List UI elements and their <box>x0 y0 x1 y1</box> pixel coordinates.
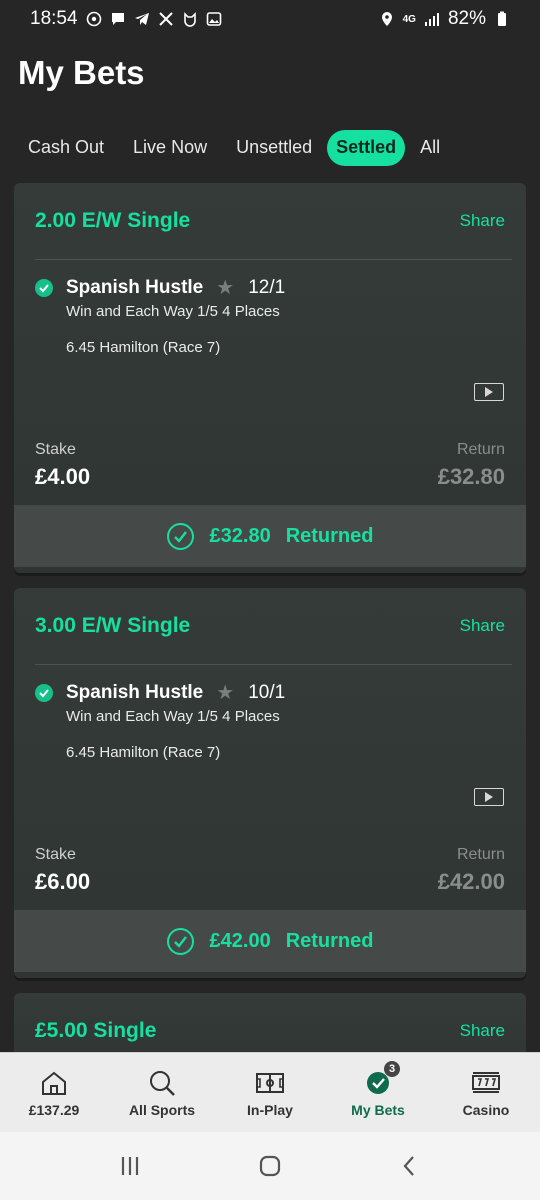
nav-balance[interactable]: £137.29 <box>0 1053 108 1132</box>
selection: Spanish Hustle ★ 10/1 Win and Each Way 1… <box>35 680 505 761</box>
returned-bar: £32.80 Returned <box>14 505 526 567</box>
gallery-icon <box>206 11 222 27</box>
nav-label: My Bets <box>351 1101 405 1118</box>
share-button[interactable]: Share <box>460 616 505 636</box>
check-icon <box>35 278 53 297</box>
x-icon <box>158 11 174 27</box>
slot-machine-icon <box>469 1068 503 1098</box>
bet-card-header: 3.00 E/W Single Share <box>14 588 526 664</box>
returned-amount: £32.80 <box>209 524 271 547</box>
return: Return £32.80 <box>438 441 505 490</box>
return: Return £42.00 <box>438 846 505 895</box>
my-bets-badge: 3 <box>384 1061 400 1077</box>
selection: Spanish Hustle ★ 12/1 Win and Each Way 1… <box>35 275 505 356</box>
market: Win and Each Way 1/5 4 Places <box>66 303 280 320</box>
bottom-nav: £137.29 All Sports In-Play 3 My Bets Cas… <box>0 1052 540 1132</box>
selection-odds: 12/1 <box>248 276 286 298</box>
play-video-icon[interactable] <box>474 788 504 806</box>
play-video-icon[interactable] <box>474 383 504 401</box>
check-icon <box>35 683 53 702</box>
tab-live-now[interactable]: Live Now <box>119 130 221 166</box>
return-amount: £32.80 <box>437 464 505 489</box>
nav-in-play[interactable]: In-Play <box>216 1053 324 1132</box>
status-bar: 18:54 4G 82% <box>0 0 540 38</box>
bet-list: 2.00 E/W Single Share Spanish Hustle ★ 1… <box>14 183 526 1088</box>
recent-apps-button[interactable] <box>110 1151 150 1181</box>
nav-all-sports[interactable]: All Sports <box>108 1053 216 1132</box>
bet-type: 2.00 E/W Single <box>35 209 191 232</box>
tab-unsettled[interactable]: Unsettled <box>222 130 326 166</box>
tab-cash-out[interactable]: Cash Out <box>14 130 118 166</box>
system-nav <box>0 1132 540 1200</box>
check-circle-icon <box>166 927 194 955</box>
nav-label: Casino <box>462 1101 510 1118</box>
stake-amount: £4.00 <box>35 464 91 489</box>
tab-settled[interactable]: Settled <box>327 129 406 166</box>
page-title: My Bets <box>18 54 145 91</box>
status-time: 18:54 <box>30 8 78 29</box>
event: 6.45 Hamilton (Race 7) <box>66 339 221 356</box>
stake-label: Stake <box>35 846 76 863</box>
return-label: Return <box>456 441 505 458</box>
stake: Stake £4.00 <box>35 441 90 490</box>
tab-all[interactable]: All <box>406 130 454 166</box>
bet-type: 3.00 E/W Single <box>35 614 191 637</box>
divider <box>35 664 512 665</box>
bet-card[interactable]: 2.00 E/W Single Share Spanish Hustle ★ 1… <box>14 183 526 573</box>
event: 6.45 Hamilton (Race 7) <box>66 744 221 761</box>
network-type: 4G <box>402 13 416 25</box>
nav-label: All Sports <box>128 1101 196 1118</box>
bet-card-header: 2.00 E/W Single Share <box>14 183 526 259</box>
selection-odds: 10/1 <box>248 681 286 703</box>
bet-type: £5.00 Single <box>35 1019 157 1042</box>
returned-amount: £42.00 <box>209 929 271 952</box>
bet-card[interactable]: 3.00 E/W Single Share Spanish Hustle ★ 1… <box>14 588 526 978</box>
pitch-icon <box>253 1068 287 1098</box>
nav-casino[interactable]: Casino <box>432 1053 540 1132</box>
stake: Stake £6.00 <box>35 846 90 895</box>
share-button[interactable]: Share <box>460 211 505 231</box>
returned-label: Returned <box>285 929 374 952</box>
message-icon <box>110 11 126 27</box>
share-button[interactable]: Share <box>460 1021 505 1041</box>
nav-label: £137.29 <box>28 1101 80 1118</box>
app-icon <box>182 11 198 27</box>
market: Win and Each Way 1/5 4 Places <box>66 708 280 725</box>
return-amount: £42.00 <box>437 869 505 894</box>
returned-bar: £42.00 Returned <box>14 910 526 972</box>
stake-amount: £6.00 <box>35 869 91 894</box>
nav-label: In-Play <box>247 1101 293 1118</box>
star-icon[interactable]: ★ <box>216 275 234 300</box>
stake-label: Stake <box>35 441 76 458</box>
star-icon[interactable]: ★ <box>216 680 234 705</box>
back-button[interactable] <box>390 1151 430 1181</box>
whatsapp-icon <box>86 11 102 27</box>
bet-filter-tabs: Cash Out Live Now Unsettled Settled All <box>14 129 526 166</box>
telegram-icon <box>134 11 150 27</box>
home-icon <box>37 1068 71 1098</box>
selection-name: Spanish Hustle <box>66 276 204 298</box>
battery-icon <box>494 11 510 27</box>
divider <box>35 259 512 260</box>
search-icon <box>145 1068 179 1098</box>
returned-label: Returned <box>285 524 374 547</box>
battery-percent: 82% <box>447 8 486 29</box>
home-button[interactable] <box>250 1151 290 1181</box>
location-icon <box>379 11 395 27</box>
selection-name: Spanish Hustle <box>66 681 204 703</box>
signal-icon <box>424 11 440 27</box>
check-circle-icon <box>166 522 194 550</box>
nav-my-bets[interactable]: 3 My Bets <box>324 1053 432 1132</box>
return-label: Return <box>456 846 505 863</box>
